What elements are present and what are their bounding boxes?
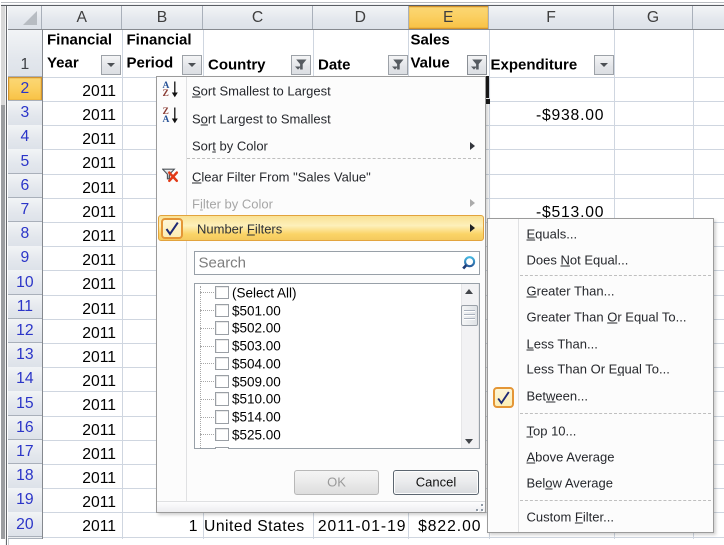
svg-text:A: A bbox=[162, 115, 169, 125]
svg-text:Z: Z bbox=[162, 89, 168, 99]
